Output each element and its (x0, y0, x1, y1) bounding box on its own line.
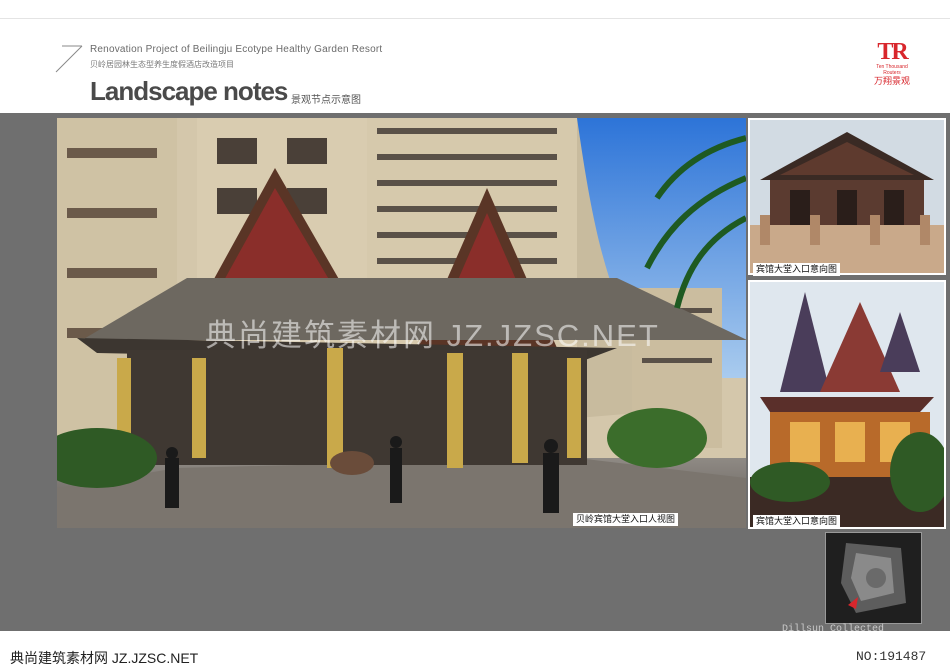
header-divider (0, 18, 950, 19)
footer-number: NO:191487 (856, 649, 927, 664)
logo-mark: TR (877, 39, 908, 65)
thumb2-caption: 宾馆大堂入口意向图 (753, 515, 841, 528)
lobby-entrance-reference-image-1 (748, 118, 946, 275)
watermark-text: 典尚建筑素材网 JZ.JZSC.NET (205, 318, 660, 353)
logo-cn-text: 万翔景观 (873, 76, 910, 86)
signature-text: Dillsun Collected (782, 624, 885, 635)
thumb1-caption: 宾馆大堂入口意向图 (753, 263, 841, 276)
page-title: Landscape notes (90, 76, 288, 106)
company-logo: TR Ten Thousand Routers 万翔景观 (869, 40, 915, 87)
project-title-cn: 贝岭居园林生态型养生度假酒店改造项目 (90, 60, 234, 69)
site-key-plan (825, 532, 922, 624)
footer-source: 典尚建筑素材网 JZ.JZSC.NET (10, 650, 199, 666)
project-title-en: Renovation Project of Beilingju Ecotype … (90, 44, 383, 55)
main-image-caption: 贝岭宾馆大堂入口人视图 (573, 513, 679, 526)
header-slash-mark (55, 45, 83, 73)
logo-small-text: Ten Thousand Routers (876, 64, 908, 76)
page-subtitle: 景观节点示意图 (291, 95, 361, 106)
lobby-entrance-reference-image-2 (748, 280, 946, 529)
